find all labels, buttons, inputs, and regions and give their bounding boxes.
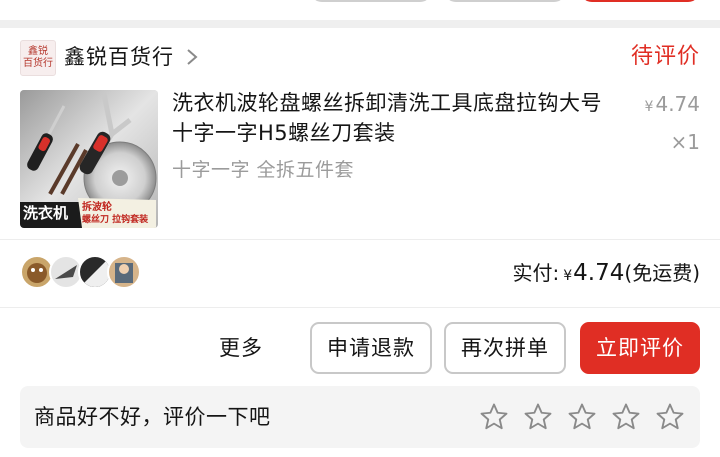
star-icon[interactable] xyxy=(479,402,509,432)
product-spec: 十字一字 全拆五件套 xyxy=(172,159,355,181)
price-currency: ¥ xyxy=(644,99,654,115)
avatar-image xyxy=(55,265,77,279)
product-image-caption: 拆波轮 xyxy=(82,202,112,213)
paid-value: 4.74 xyxy=(573,260,625,286)
avatar-image xyxy=(80,257,110,287)
paid-label: 实付: xyxy=(512,261,560,285)
divider xyxy=(0,239,720,240)
review-prompt[interactable]: 商品好不好，评价一下吧 xyxy=(20,386,700,448)
star-icon[interactable] xyxy=(523,402,553,432)
chevron-right-icon[interactable] xyxy=(185,48,199,66)
product-price: ¥4.74 xyxy=(645,90,700,121)
previous-order-button[interactable] xyxy=(310,0,432,2)
paid-amount: 实付: ¥4.74(免运费) xyxy=(513,259,701,290)
more-button[interactable]: 更多 xyxy=(219,333,263,363)
shop-logo-text: 鑫锐 xyxy=(28,46,48,57)
review-now-button[interactable]: 立即评价 xyxy=(580,322,700,374)
previous-order-button[interactable] xyxy=(444,0,566,2)
paid-currency: ¥ xyxy=(563,268,573,284)
order-list-page: 鑫锐 百货行 鑫锐百货行 待评价 洗衣机 拆波轮 螺丝刀 拉钩套装 洗衣机波轮盘… xyxy=(0,0,720,457)
shop-logo-text: 百货行 xyxy=(23,58,53,69)
product-image-caption: 洗衣机 xyxy=(23,204,69,222)
product-quantity: ×1 xyxy=(670,130,700,154)
star-icon[interactable] xyxy=(655,402,685,432)
price-value: 4.74 xyxy=(655,92,700,116)
product-image[interactable]: 洗衣机 拆波轮 螺丝刀 拉钩套装 xyxy=(20,90,158,228)
order-card: 鑫锐 百货行 鑫锐百货行 待评价 洗衣机 拆波轮 螺丝刀 拉钩套装 洗衣机波轮盘… xyxy=(0,28,720,457)
request-refund-button[interactable]: 申请退款 xyxy=(310,322,432,374)
previous-order-primary-button[interactable] xyxy=(580,0,700,2)
shop-name[interactable]: 鑫锐百货行 xyxy=(64,42,174,72)
order-status: 待评价 xyxy=(630,44,700,69)
avatar-image xyxy=(27,263,47,283)
shop-logo[interactable]: 鑫锐 百货行 xyxy=(20,40,56,76)
shipping-note: (免运费) xyxy=(624,261,700,285)
previous-order-card xyxy=(0,0,720,20)
star-icon[interactable] xyxy=(611,402,641,432)
divider xyxy=(0,307,720,308)
star-icon[interactable] xyxy=(567,402,597,432)
product-title[interactable]: 洗衣机波轮盘螺丝拆卸清洗工具底盘拉钩大号十字一字H5螺丝刀套装 xyxy=(172,88,622,148)
rebuy-button[interactable]: 再次拼单 xyxy=(444,322,566,374)
review-prompt-text: 商品好不好，评价一下吧 xyxy=(34,405,271,429)
product-image-caption: 螺丝刀 拉钩套装 xyxy=(82,215,149,225)
avatar xyxy=(107,255,141,289)
avatar-image xyxy=(115,263,133,283)
